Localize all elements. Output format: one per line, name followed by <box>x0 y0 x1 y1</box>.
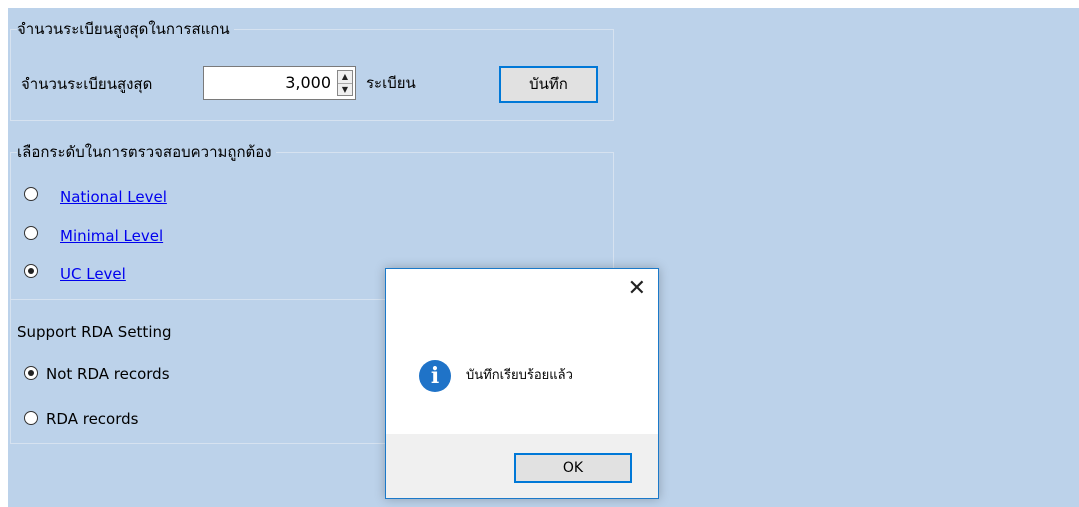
radio-minimal-level[interactable] <box>24 226 38 240</box>
link-minimal-level[interactable]: Minimal Level <box>60 227 163 245</box>
scan-limit-legend: จำนวนระเบียนสูงสุดในการสแกน <box>17 20 234 38</box>
close-icon[interactable]: ✕ <box>628 277 646 301</box>
stepper-buttons[interactable]: ▲ ▼ <box>337 70 353 96</box>
stepper-up-icon[interactable]: ▲ <box>338 71 352 84</box>
link-national-level[interactable]: National Level <box>60 188 167 206</box>
radio-national-level[interactable] <box>24 187 38 201</box>
validation-legend: เลือกระดับในการตรวจสอบความถูกต้อง <box>17 143 276 161</box>
rda-legend: Support RDA Setting <box>17 323 176 341</box>
ok-button[interactable]: OK <box>514 453 632 483</box>
message-dialog: ✕ i บันทึกเรียบร้อยแล้ว OK <box>385 268 659 499</box>
link-uc-level[interactable]: UC Level <box>60 265 126 283</box>
records-unit-label: ระเบียน <box>366 74 416 92</box>
info-icon: i <box>419 360 451 392</box>
label-rda-records[interactable]: RDA records <box>46 410 138 428</box>
max-records-value[interactable]: 3,000 <box>285 73 331 93</box>
max-records-label: จำนวนระเบียนสูงสุด <box>21 75 153 93</box>
dialog-message: บันทึกเรียบร้อยแล้ว <box>466 368 573 383</box>
save-button[interactable]: บันทึก <box>499 66 598 103</box>
max-records-stepper[interactable]: 3,000 ▲ ▼ <box>203 66 356 100</box>
label-not-rda-records[interactable]: Not RDA records <box>46 365 170 383</box>
stepper-down-icon[interactable]: ▼ <box>338 84 352 96</box>
radio-rda-records[interactable] <box>24 411 38 425</box>
radio-uc-level[interactable] <box>24 264 38 278</box>
radio-not-rda-records[interactable] <box>24 366 38 380</box>
